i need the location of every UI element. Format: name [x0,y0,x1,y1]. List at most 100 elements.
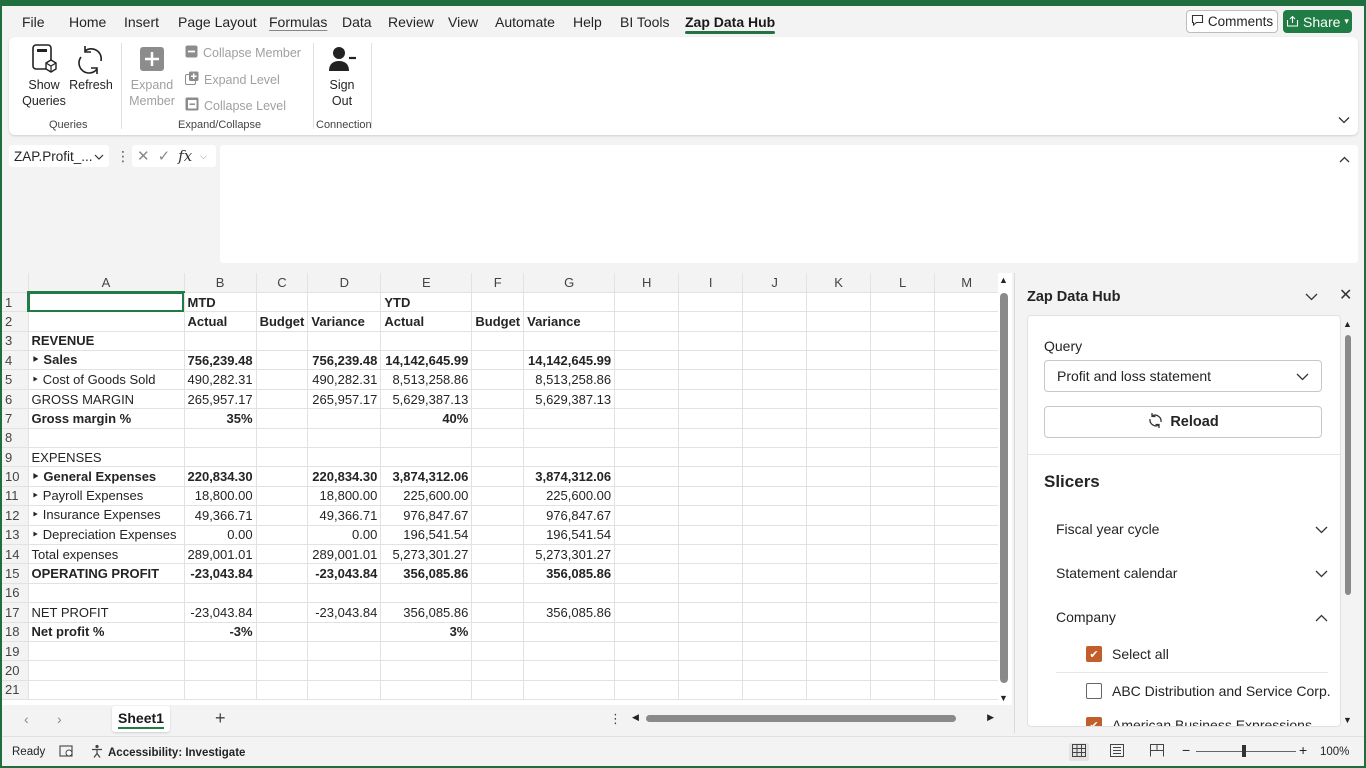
cell[interactable] [523,660,616,681]
cell[interactable] [742,680,808,701]
cell[interactable] [806,486,872,507]
cell[interactable] [742,428,808,449]
row-header[interactable]: 20 [2,660,29,681]
cell[interactable] [934,583,1000,604]
cell[interactable]: 3,874,312.06 [523,466,616,487]
cell[interactable] [870,389,936,410]
cell[interactable] [934,292,1000,313]
cell[interactable] [934,369,1000,390]
cell[interactable] [307,408,382,429]
cell[interactable] [471,505,525,526]
cell[interactable] [934,505,1000,526]
cell[interactable]: 356,085.86 [380,563,473,584]
cell[interactable]: 976,847.67 [380,505,473,526]
cell[interactable]: 5,273,301.27 [523,544,616,565]
close-pane-icon[interactable]: ✕ [1339,285,1352,305]
cell[interactable] [870,680,936,701]
macro-recording-icon[interactable] [59,744,74,761]
cell[interactable] [806,583,872,604]
column-header[interactable]: L [870,273,936,293]
cell[interactable] [678,525,744,545]
cell[interactable] [678,486,744,507]
cell[interactable] [742,350,808,371]
cell[interactable]: 3,874,312.06 [380,466,473,487]
name-box[interactable]: ZAP.Profit_... [9,145,109,167]
cell[interactable] [678,369,744,390]
cell[interactable] [471,428,525,449]
cell[interactable]: 5,629,387.13 [380,389,473,410]
cell[interactable]: 0.00 [307,525,382,545]
cell[interactable] [678,389,744,410]
cell[interactable] [523,622,616,642]
cell[interactable] [380,447,473,468]
expand-member-button[interactable]: Expand Member [127,43,177,109]
cell[interactable] [256,292,309,313]
cell[interactable] [28,428,185,449]
cell[interactable] [870,369,936,390]
cell[interactable] [870,292,936,313]
cell[interactable] [742,408,808,429]
cell[interactable] [806,331,872,352]
cell[interactable]: Net profit % [28,622,185,642]
cell[interactable] [184,660,257,681]
cell[interactable] [806,505,872,526]
column-header[interactable]: E [380,273,473,293]
cell[interactable]: ‣ General Expenses [28,466,185,487]
cell[interactable] [307,428,382,449]
cell[interactable] [614,583,680,604]
cell[interactable] [870,622,936,642]
column-header[interactable]: C [256,273,309,293]
cell[interactable] [870,408,936,429]
cell[interactable] [870,505,936,526]
slicer-company[interactable]: Company [1056,609,1328,625]
cell[interactable] [614,486,680,507]
cell[interactable]: 49,366.71 [307,505,382,526]
cell[interactable]: 225,600.00 [523,486,616,507]
cell[interactable]: -23,043.84 [307,563,382,584]
zoom-in-icon[interactable]: + [1299,742,1307,758]
cell[interactable] [678,660,744,681]
cell[interactable] [380,680,473,701]
cell[interactable] [256,544,309,565]
scroll-down-icon[interactable]: ▼ [999,693,1008,703]
page-break-view-icon[interactable] [1150,744,1164,760]
column-header[interactable]: D [307,273,382,293]
cell[interactable]: REVENUE [28,331,185,352]
cell[interactable] [307,583,382,604]
column-header[interactable]: K [806,273,872,293]
cell[interactable] [614,311,680,332]
cell[interactable] [806,525,872,545]
cell[interactable] [742,602,808,623]
cell[interactable] [870,428,936,449]
sign-out-button[interactable]: Sign Out [321,43,363,109]
zoom-slider[interactable] [1196,751,1296,752]
cell[interactable]: 5,273,301.27 [380,544,473,565]
column-header[interactable]: J [742,273,808,293]
cell[interactable] [678,680,744,701]
cell[interactable] [806,292,872,313]
cell[interactable] [806,660,872,681]
cell[interactable]: ‣ Depreciation Expenses [28,525,185,545]
cell[interactable] [471,660,525,681]
row-header[interactable]: 17 [2,602,29,623]
vertical-scrollbar[interactable]: ▲ ▼ [998,273,1010,705]
cell[interactable] [307,660,382,681]
cell[interactable]: 18,800.00 [184,486,257,507]
cell[interactable] [678,466,744,487]
menu-review[interactable]: Review [388,14,434,30]
menu-insert[interactable]: Insert [124,14,159,30]
cell[interactable] [934,428,1000,449]
cell[interactable]: 265,957.17 [307,389,382,410]
cell[interactable] [256,622,309,642]
cell[interactable] [742,466,808,487]
cell[interactable] [471,369,525,390]
cell[interactable] [471,622,525,642]
cell[interactable] [471,602,525,623]
cell[interactable] [256,583,309,604]
menu-automate[interactable]: Automate [495,14,555,30]
zoom-out-icon[interactable]: − [1182,742,1190,758]
show-queries-button[interactable]: Show Queries [19,43,69,109]
sheet-tab-sheet1[interactable]: Sheet1 [112,706,170,732]
cell[interactable]: 14,142,645.99 [380,350,473,371]
cell[interactable]: ‣ Cost of Goods Sold [28,369,185,390]
